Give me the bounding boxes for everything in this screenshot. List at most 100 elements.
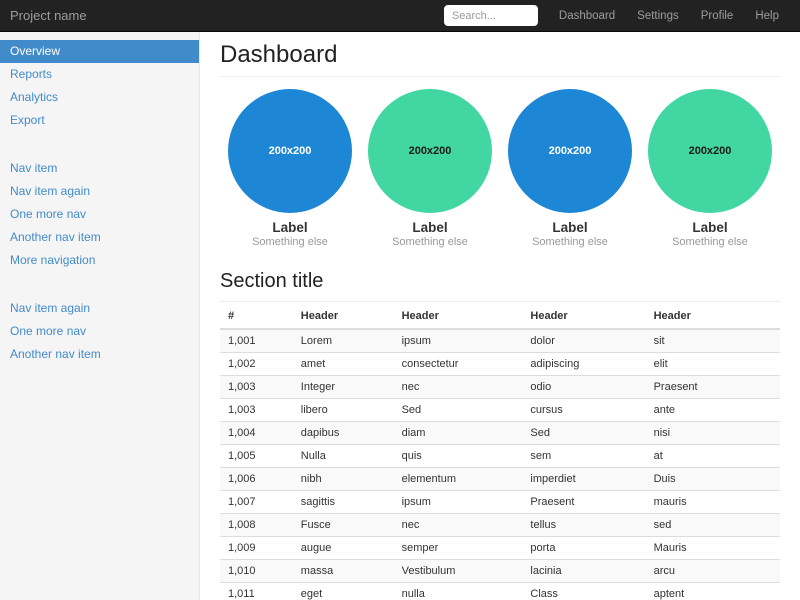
table-cell: elit	[646, 353, 780, 376]
table-row: 1,011egetnullaClassaptent	[220, 583, 780, 600]
row-id-cell: 1,008	[220, 514, 293, 537]
row-id-cell: 1,002	[220, 353, 293, 376]
sidebar-group: Nav itemNav item againOne more navAnothe…	[0, 157, 199, 272]
placeholder-circle-image: 200x200	[648, 89, 772, 213]
brand[interactable]: Project name	[0, 8, 97, 23]
table-column-header: Header	[522, 304, 645, 329]
table-cell: adipiscing	[522, 353, 645, 376]
table-cell: nisi	[646, 422, 780, 445]
navbar-right: DashboardSettingsProfileHelp	[444, 0, 800, 31]
table-row: 1,003IntegernecodioPraesent	[220, 376, 780, 399]
card-label: Label	[500, 220, 640, 235]
search-input[interactable]	[444, 5, 538, 26]
top-navbar: Project name DashboardSettingsProfileHel…	[0, 0, 800, 32]
table-cell: diam	[394, 422, 523, 445]
table-cell: sed	[646, 514, 780, 537]
card-sublabel: Something else	[220, 236, 360, 248]
table-cell: sagittis	[293, 491, 394, 514]
table-cell: Lorem	[293, 329, 394, 353]
sidebar-item-nav-item-again[interactable]: Nav item again	[0, 180, 199, 203]
table-cell: amet	[293, 353, 394, 376]
placeholder-circle-image: 200x200	[368, 89, 492, 213]
table-cell: dapibus	[293, 422, 394, 445]
card-label: Label	[360, 220, 500, 235]
card-sublabel: Something else	[640, 236, 780, 248]
table-cell: Sed	[394, 399, 523, 422]
table-cell: aptent	[646, 583, 780, 600]
sidebar-item-export[interactable]: Export	[0, 109, 199, 132]
table-cell: Praesent	[522, 491, 645, 514]
row-id-cell: 1,007	[220, 491, 293, 514]
sidebar-group: OverviewReportsAnalyticsExport	[0, 40, 199, 132]
nav-link-profile[interactable]: Profile	[690, 0, 745, 32]
table-column-header: Header	[394, 304, 523, 329]
table-row: 1,009auguesemperportaMauris	[220, 537, 780, 560]
section-title: Section title	[220, 270, 780, 302]
nav-link-dashboard[interactable]: Dashboard	[548, 0, 626, 32]
table-cell: sem	[522, 445, 645, 468]
data-table: #HeaderHeaderHeaderHeader 1,001Loremipsu…	[220, 304, 780, 600]
placeholder-card: 200x200 LabelSomething else	[640, 89, 780, 248]
table-cell: dolor	[522, 329, 645, 353]
card-label: Label	[220, 220, 360, 235]
card-sublabel: Something else	[500, 236, 640, 248]
sidebar-group: Nav item againOne more navAnother nav it…	[0, 297, 199, 366]
table-cell: nibh	[293, 468, 394, 491]
row-id-cell: 1,003	[220, 376, 293, 399]
sidebar-item-analytics[interactable]: Analytics	[0, 86, 199, 109]
sidebar-item-another-nav-item[interactable]: Another nav item	[0, 343, 199, 366]
row-id-cell: 1,004	[220, 422, 293, 445]
table-row: 1,004dapibusdiamSednisi	[220, 422, 780, 445]
row-id-cell: 1,006	[220, 468, 293, 491]
table-cell: nec	[394, 376, 523, 399]
row-id-cell: 1,011	[220, 583, 293, 600]
table-cell: elementum	[394, 468, 523, 491]
table-cell: at	[646, 445, 780, 468]
table-cell: imperdiet	[522, 468, 645, 491]
placeholder-card: 200x200 LabelSomething else	[500, 89, 640, 248]
sidebar-item-one-more-nav[interactable]: One more nav	[0, 203, 199, 226]
sidebar: OverviewReportsAnalyticsExportNav itemNa…	[0, 32, 200, 600]
table-cell: lacinia	[522, 560, 645, 583]
table-cell: ipsum	[394, 329, 523, 353]
table-cell: Vestibulum	[394, 560, 523, 583]
placeholder-circle-image: 200x200	[508, 89, 632, 213]
table-column-header: Header	[646, 304, 780, 329]
table-column-header: #	[220, 304, 293, 329]
sidebar-item-another-nav-item[interactable]: Another nav item	[0, 226, 199, 249]
card-label: Label	[640, 220, 780, 235]
placeholder-circle-image: 200x200	[228, 89, 352, 213]
table-row: 1,001Loremipsumdolorsit	[220, 329, 780, 353]
table-cell: Mauris	[646, 537, 780, 560]
row-id-cell: 1,005	[220, 445, 293, 468]
table-row: 1,006nibhelementumimperdietDuis	[220, 468, 780, 491]
nav-link-help[interactable]: Help	[744, 0, 790, 32]
row-id-cell: 1,003	[220, 399, 293, 422]
row-id-cell: 1,001	[220, 329, 293, 353]
navbar-links: DashboardSettingsProfileHelp	[548, 0, 790, 32]
table-row: 1,010massaVestibulumlaciniaarcu	[220, 560, 780, 583]
table-cell: consectetur	[394, 353, 523, 376]
sidebar-item-more-navigation[interactable]: More navigation	[0, 249, 199, 272]
row-id-cell: 1,009	[220, 537, 293, 560]
table-cell: sit	[646, 329, 780, 353]
table-cell: mauris	[646, 491, 780, 514]
table-cell: Praesent	[646, 376, 780, 399]
table-row: 1,003liberoSedcursusante	[220, 399, 780, 422]
table-cell: cursus	[522, 399, 645, 422]
table-cell: nulla	[394, 583, 523, 600]
sidebar-item-nav-item-again[interactable]: Nav item again	[0, 297, 199, 320]
table-cell: arcu	[646, 560, 780, 583]
table-cell: augue	[293, 537, 394, 560]
sidebar-item-overview[interactable]: Overview	[0, 40, 199, 63]
card-sublabel: Something else	[360, 236, 500, 248]
main-content: Dashboard 200x200LabelSomething else200x…	[200, 32, 800, 600]
table-header-row: #HeaderHeaderHeaderHeader	[220, 304, 780, 329]
sidebar-item-one-more-nav[interactable]: One more nav	[0, 320, 199, 343]
table-cell: ipsum	[394, 491, 523, 514]
sidebar-item-nav-item[interactable]: Nav item	[0, 157, 199, 180]
nav-link-settings[interactable]: Settings	[626, 0, 690, 32]
table-row: 1,008Fuscenectellussed	[220, 514, 780, 537]
table-row: 1,007sagittisipsumPraesentmauris	[220, 491, 780, 514]
sidebar-item-reports[interactable]: Reports	[0, 63, 199, 86]
